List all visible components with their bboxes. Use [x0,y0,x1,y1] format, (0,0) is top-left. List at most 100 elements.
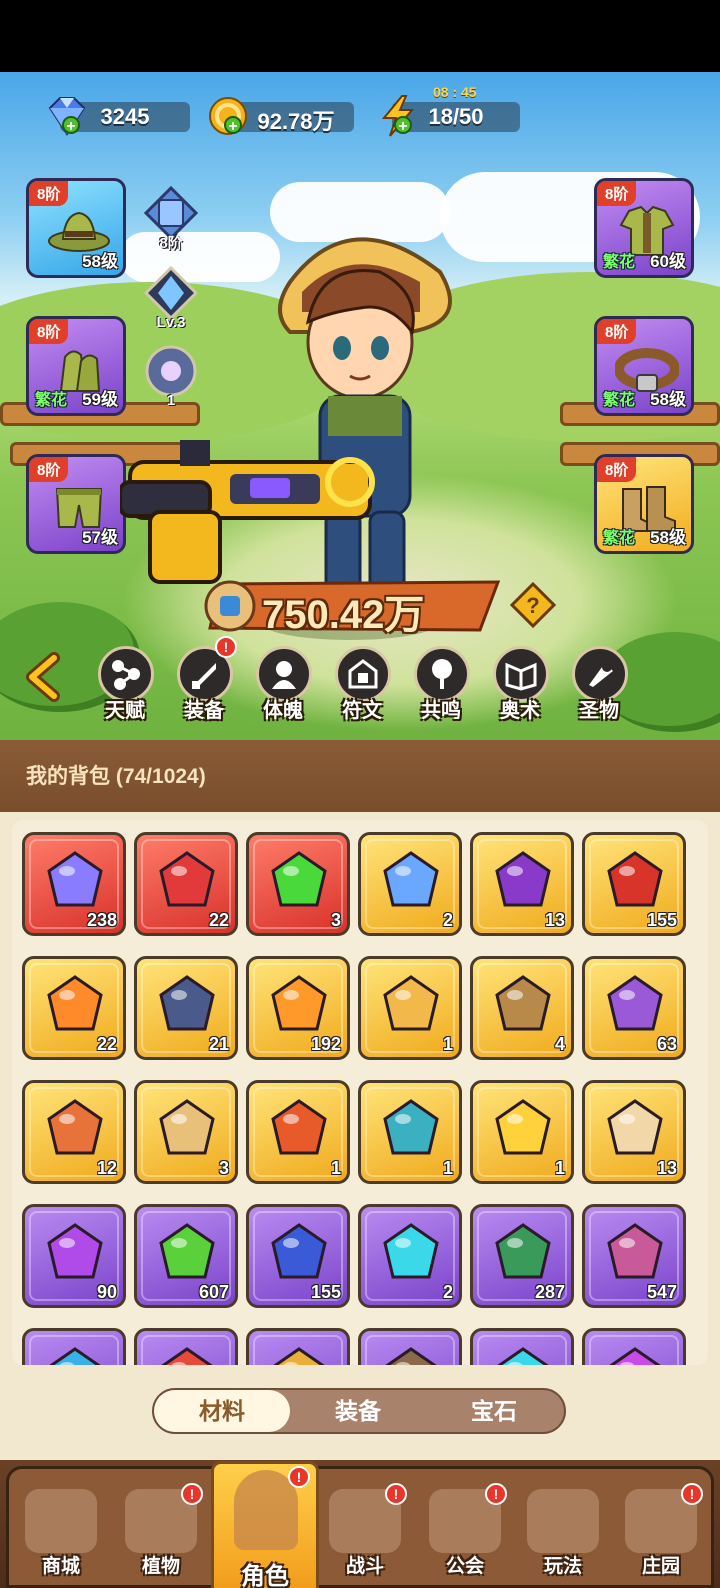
inventory-slot[interactable]: 21 [134,956,238,1060]
resonance-icon [432,659,452,689]
backpack-panel: 我的背包 (74/1024) 238 22 3 2 13 155 22 21 192 1 4 63 12… [0,740,720,1460]
item-quantity: 22 [96,1034,117,1054]
nav-item[interactable]: ! 角色 [211,1461,319,1588]
inventory-slot[interactable]: 155 [582,832,686,936]
tab-gems[interactable]: 宝石 [426,1390,562,1432]
back-arrow-icon[interactable] [22,652,62,702]
inventory-slot[interactable]: 90 [22,1204,126,1308]
feature-resonance-button[interactable]: 共鸣 [408,646,474,726]
tab-equipment[interactable]: 装备 [290,1390,426,1432]
equip-slot-boots[interactable]: 8阶 繁花 58级 [594,454,694,554]
inventory-slot[interactable]: 63 [582,956,686,1060]
equip-slot-belt[interactable]: 8阶 繁花 58级 [594,316,694,416]
equip-slot-pants[interactable]: 8阶 57级 [26,454,126,554]
feature-physique-button[interactable]: 体魄 [250,646,316,726]
inventory-slot[interactable] [134,1328,238,1365]
inventory-slot[interactable]: 155 [246,1204,350,1308]
item-quantity: 21 [208,1034,229,1054]
inventory-slot[interactable] [470,1328,574,1365]
inventory-slot[interactable]: 547 [582,1204,686,1308]
inventory-slot[interactable]: 192 [246,956,350,1060]
inventory-slot[interactable]: 4 [470,956,574,1060]
talent-icon [112,660,140,690]
alert-badge: ! [485,1483,507,1505]
equip-slot-gloves[interactable]: 8阶 繁花 59级 [26,316,126,416]
item-quantity: 155 [646,910,677,930]
item-quantity: 238 [86,910,117,930]
inventory-slot[interactable]: 607 [134,1204,238,1308]
feature-arcane-button[interactable]: 奥术 [487,646,553,726]
set-tag: 繁花 [603,254,636,271]
tier-badge: 8阶 [29,181,69,206]
item-quantity: 90 [96,1282,117,1302]
inventory-slot[interactable]: 238 [22,832,126,936]
level-label: 58级 [650,528,686,547]
inventory-slot[interactable]: 22 [22,956,126,1060]
sand-pile-icon [383,975,439,1031]
physique-icon [272,661,296,689]
nav-label: 角色 [241,1563,289,1588]
inventory-slot[interactable]: 3 [134,1080,238,1184]
inventory-slot[interactable]: 1 [246,1080,350,1184]
green-scroll-icon [495,1223,551,1279]
item-quantity: 12 [96,1158,117,1178]
tab-materials[interactable]: 材料 [154,1390,290,1432]
inventory-slot[interactable]: 12 [22,1080,126,1184]
nav-item[interactable]: 商城 [13,1481,109,1588]
inventory-slot[interactable] [358,1328,462,1365]
inventory-slot[interactable]: 1 [470,1080,574,1184]
star-crystal-icon [47,851,103,907]
coin-counter[interactable]: + 92.78万 [209,97,354,135]
inventory-slot[interactable]: 2 [358,832,462,936]
nav-label: 玩法 [543,1556,582,1577]
item-quantity: 3 [330,910,341,930]
equip-slot-shirt[interactable]: 8阶 繁花 60级 [594,178,694,278]
item-quantity: 1 [442,1034,453,1054]
amber-gem-icon [271,1099,327,1155]
energy-counter[interactable]: + 18/50 [381,95,520,137]
bottom-navigation: 商城! 植物! 角色 ! 战斗! 公会 玩法 ! 庄园 [0,1460,720,1588]
gem-counter[interactable]: + 3245 [48,97,190,136]
feature-rune-button[interactable]: 符文 [329,646,395,726]
feature-talent-button[interactable]: 天赋 [92,646,158,726]
feature-equipment-button[interactable]: ! 装备 [171,636,237,726]
item-quantity: 2 [442,910,453,930]
nav-item[interactable]: ! 庄园 [613,1481,709,1588]
alert-badge: ! [681,1483,703,1505]
nav-item[interactable]: ! 战斗 [317,1481,413,1588]
equipment-icon [192,663,216,689]
inventory-slot[interactable] [582,1328,686,1365]
inventory-slot[interactable] [22,1328,126,1365]
feature-label: 装备 [184,700,224,722]
backpack-grid[interactable]: 238 22 3 2 13 155 22 21 192 1 4 63 12 3 1 1 1 13 90 607 155 2… [12,820,708,1365]
nav-item[interactable]: 玩法 [515,1481,611,1588]
nav-item[interactable]: ! 植物 [113,1481,209,1588]
item-quantity: 63 [656,1034,677,1054]
tier-badge: 8阶 [29,457,69,482]
inventory-slot[interactable] [246,1328,350,1365]
sprout-icon [159,1223,215,1279]
inventory-slot[interactable]: 22 [134,832,238,936]
equip-slot-hat[interactable]: 8阶 58级 [26,178,126,278]
inventory-slot[interactable]: 287 [470,1204,574,1308]
inventory-slot[interactable]: 13 [582,1080,686,1184]
inventory-slot[interactable]: 3 [246,832,350,936]
rune-icon [348,659,378,689]
feature-label: 奥术 [500,700,540,722]
set-tag: 繁花 [603,392,636,409]
purple-flask-icon [47,1223,103,1279]
feature-label: 共鸣 [421,700,461,722]
item-quantity: 1 [554,1158,565,1178]
help-icon[interactable]: ? [510,582,556,628]
nav-item[interactable]: ! 公会 [417,1481,513,1588]
thread-spool-icon [383,1099,439,1155]
inventory-slot[interactable]: 1 [358,956,462,1060]
inventory-slot[interactable]: 13 [470,832,574,936]
flower-pot-icon [495,975,551,1031]
item-quantity: 155 [310,1282,341,1302]
inventory-slot[interactable]: 2 [358,1204,462,1308]
feature-relic-button[interactable]: 圣物 [566,646,632,726]
inventory-slot[interactable]: 1 [358,1080,462,1184]
combat-power-banner: 750.42万 [200,576,500,637]
alert-badge: ! [288,1466,310,1488]
